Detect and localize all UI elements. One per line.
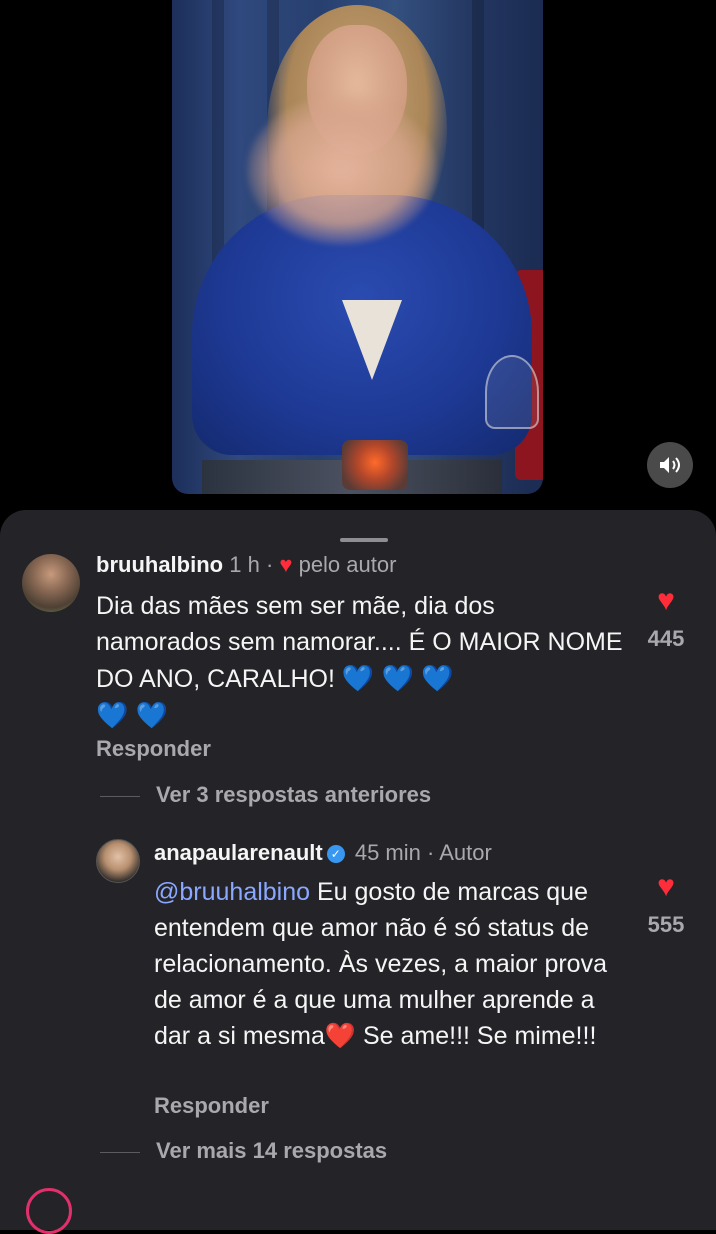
drag-handle[interactable]	[340, 538, 388, 542]
view-replies-button[interactable]: Ver 3 respostas anteriores	[100, 782, 431, 808]
speaker-on-icon	[660, 457, 680, 473]
liked-by-author-label: pelo autor	[298, 552, 397, 577]
separator: ·	[427, 840, 435, 865]
mention-link[interactable]: @bruuhalbino	[154, 878, 310, 906]
mute-button[interactable]	[647, 442, 693, 488]
story-ring-avatar[interactable]	[26, 1188, 72, 1234]
separator: ·	[265, 552, 274, 577]
martini-glass	[485, 355, 539, 429]
like-count: 555	[647, 912, 685, 937]
username[interactable]: anapaularenault	[154, 840, 323, 865]
blue-heart-emojis: 💙 💙	[96, 700, 168, 730]
verified-badge-icon: ✓	[326, 845, 345, 863]
comment-body-end: Se ame!!! Se mime!!!	[356, 1022, 597, 1050]
author-badge: Autor	[439, 840, 492, 865]
reply-button[interactable]: Responder	[154, 1093, 269, 1119]
like-count: 445	[647, 626, 685, 651]
heart-icon[interactable]: ♥	[636, 870, 696, 904]
candle	[342, 440, 408, 490]
comments-sheet: bruuhalbino 1 h · ♥ pelo autor Dia das m…	[0, 510, 716, 1230]
view-replies-label: Ver mais 14 respostas	[156, 1138, 388, 1163]
comment-header: anapaularenault ✓ 45 min · Autor	[154, 840, 492, 866]
timestamp: 1 h	[229, 552, 260, 577]
avatar-anapaularenault[interactable]	[96, 839, 140, 883]
like-control[interactable]: ♥ 555	[636, 870, 696, 938]
blue-heart-emojis: 💙 💙 💙	[341, 663, 454, 693]
reply-button[interactable]: Responder	[96, 736, 211, 762]
video-player[interactable]	[172, 0, 543, 494]
red-heart-emoji: ❤️	[324, 1022, 357, 1050]
comment-text: Dia das mães sem ser mãe, dia dos namora…	[96, 588, 626, 734]
avatar-bruuhalbino[interactable]	[22, 554, 80, 612]
heart-icon: ♥	[279, 552, 293, 577]
view-more-replies-button[interactable]: Ver mais 14 respostas	[100, 1138, 387, 1164]
comment-header: bruuhalbino 1 h · ♥ pelo autor	[96, 552, 396, 578]
timestamp: 45 min	[354, 840, 421, 865]
comment-text: @bruuhalbino Eu gosto de marcas que ente…	[154, 874, 624, 1054]
like-control[interactable]: ♥ 445	[636, 584, 696, 652]
divider-line	[100, 1151, 140, 1153]
divider-line	[100, 795, 140, 797]
heart-icon[interactable]: ♥	[636, 584, 696, 618]
person-hands	[247, 95, 437, 245]
view-replies-label: Ver 3 respostas anteriores	[156, 782, 432, 807]
username[interactable]: bruuhalbino	[96, 552, 223, 577]
